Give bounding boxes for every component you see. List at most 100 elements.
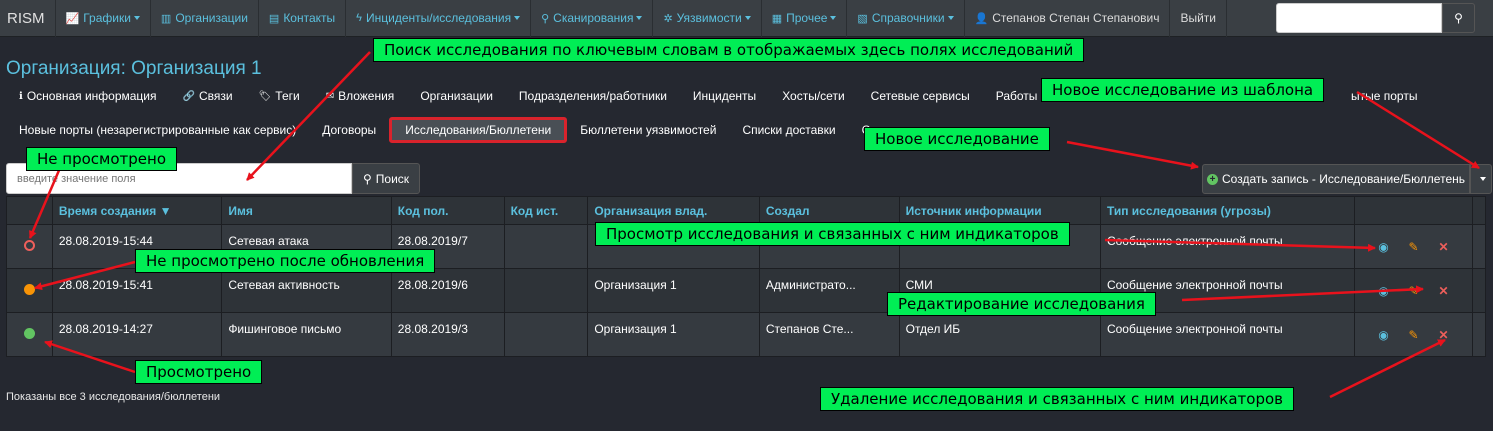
pencil-icon[interactable]: ✎ — [1399, 328, 1429, 342]
name-cell: Сетевая активность — [221, 268, 392, 313]
brand-logo[interactable]: RISM — [0, 0, 56, 37]
tab-main-info[interactable]: ℹ Основная информация — [6, 83, 170, 109]
tab-new-ports[interactable]: Новые порты (незарегистрированные как се… — [6, 117, 309, 143]
book-icon: ▧ — [857, 12, 868, 25]
column-header-org[interactable]: Организация влад. — [587, 196, 760, 225]
column-header-name[interactable]: Имя — [221, 196, 392, 225]
summary-count: все 3 — [59, 391, 86, 403]
tab-hosts[interactable]: Хосты/сети — [769, 83, 857, 109]
extra-cell — [1472, 224, 1486, 269]
annotation-not-viewed: Не просмотрено — [26, 147, 177, 171]
nav-references-label: Справочники — [871, 11, 945, 25]
caret-down-icon — [744, 16, 751, 20]
nav-incidents[interactable]: ϟ Инциденты/исследования — [346, 0, 532, 37]
column-header-created[interactable]: Время создания ▼ — [51, 196, 223, 225]
nav-charts[interactable]: 📈 Графики — [56, 0, 151, 37]
caret-down-icon — [636, 16, 643, 20]
updated-status-icon — [23, 283, 35, 295]
eye-icon[interactable]: ◉ — [1369, 240, 1399, 254]
nav-other-label: Прочее — [786, 11, 828, 25]
create-template-dropdown[interactable] — [1470, 164, 1492, 194]
delete-icon[interactable]: ✕ — [1429, 240, 1459, 254]
summary-prefix: Показаны — [6, 391, 60, 403]
tab-tags[interactable]: 🏷 Теги — [246, 83, 313, 109]
tabs-row-1-tail: ытые порты — [1351, 83, 1417, 109]
tab-links[interactable]: 🔗 Связи — [170, 83, 246, 109]
caret-down-icon — [133, 16, 140, 20]
nav-contacts-label: Контакты — [283, 11, 336, 25]
id-card-icon: ▤ — [268, 12, 280, 25]
eye-icon[interactable]: ◉ — [1369, 284, 1399, 298]
tab-network-services[interactable]: Сетевые сервисы — [858, 83, 983, 109]
link-icon: 🔗 — [182, 90, 195, 102]
caret-down-icon — [947, 16, 954, 20]
table-summary: Показаны все 3 исследования/бюллетени — [6, 391, 220, 403]
caret-down-icon — [1479, 177, 1486, 181]
author-cell: Администрато... — [758, 268, 900, 313]
user-name: Степанов Степан Степанович — [992, 11, 1160, 25]
type-cell: Сообщение электронной почты — [1099, 224, 1356, 269]
delete-icon[interactable]: ✕ — [1429, 284, 1459, 298]
table-header-row: Время создания ▼ Имя Код пол. Код ист. О… — [6, 196, 1486, 225]
annotation-not-viewed-updated: Не просмотрено после обновления — [135, 249, 436, 273]
envelope-icon: ✉ — [325, 90, 335, 102]
nav-contacts[interactable]: ▤ Контакты — [259, 0, 347, 37]
pencil-icon[interactable]: ✎ — [1399, 284, 1429, 298]
tab-investigations[interactable]: Исследования/Бюллетени — [389, 117, 568, 143]
search-icon: ⚲ — [1454, 11, 1463, 25]
create-record-button[interactable]: + Создать запись - Исследование/Бюллетень — [1202, 164, 1470, 194]
viewed-status-icon — [23, 327, 35, 339]
type-cell: Сообщение электронной почты — [1099, 312, 1356, 357]
tab-departments[interactable]: Подразделения/работники — [506, 83, 680, 109]
table-row[interactable]: 28.08.2019-15:41 Сетевая активность 28.0… — [6, 268, 1486, 313]
nav-incidents-label: Инциденты/исследования — [365, 11, 512, 25]
nav-vulnerabilities-label: Уязвимости — [676, 11, 742, 25]
nav-scans[interactable]: ⚲ Сканирования — [531, 0, 654, 37]
tab-vuln-bulletins[interactable]: Бюллетени уязвимостей — [567, 117, 729, 143]
delete-icon[interactable]: ✕ — [1429, 328, 1459, 342]
table-row[interactable]: 28.08.2019-14:27 Фишинговое письмо 28.08… — [6, 312, 1486, 357]
column-header-code-src[interactable]: Код ист. — [503, 196, 589, 225]
tab-open-ports[interactable]: ытые порты — [1351, 83, 1417, 109]
annotation-search: Поиск исследования по ключевым словам в … — [373, 38, 1085, 62]
annotation-viewed: Просмотрено — [135, 360, 263, 384]
name-cell: Фишинговое письмо — [221, 312, 392, 357]
column-header-status — [6, 196, 53, 225]
nav-references[interactable]: ▧ Справочники — [847, 0, 965, 37]
column-header-author[interactable]: Создал — [758, 196, 900, 225]
pencil-icon[interactable]: ✎ — [1399, 240, 1429, 254]
tab-incidents[interactable]: Инциденты — [680, 83, 769, 109]
source-cell: Отдел ИБ — [898, 312, 1101, 357]
tab-label: Основная информация — [26, 89, 157, 103]
filter-search-button[interactable]: ⚲ Поиск — [352, 163, 420, 194]
global-search-input[interactable] — [1276, 3, 1442, 33]
annotation-new: Новое исследование — [864, 127, 1050, 151]
nav-user[interactable]: 👤 Степанов Степан Степанович — [965, 0, 1171, 37]
nav-other[interactable]: ▦ Прочее — [762, 0, 848, 37]
user-icon: 👤 — [974, 12, 989, 25]
search-icon: ⚲ — [541, 12, 550, 25]
created-cell: 28.08.2019-15:41 — [51, 268, 223, 313]
tab-attachments[interactable]: ✉ Вложения — [313, 83, 408, 109]
investigations-table: Время создания ▼ Имя Код пол. Код ист. О… — [6, 196, 1486, 357]
eye-icon[interactable]: ◉ — [1369, 328, 1399, 342]
org-cell: Организация 1 — [587, 268, 760, 313]
global-search-button[interactable]: ⚲ — [1442, 3, 1475, 33]
tab-delivery-lists[interactable]: Списки доставки — [729, 117, 848, 143]
actions-cell: ◉ ✎ ✕ — [1354, 224, 1473, 269]
not-viewed-status-icon — [23, 239, 35, 251]
nav-organizations[interactable]: ▥ Организации — [151, 0, 259, 37]
arrow-search — [246, 51, 371, 181]
status-cell — [6, 224, 53, 269]
actions-cell: ◉ ✎ ✕ — [1354, 312, 1473, 357]
column-header-code-recv[interactable]: Код пол. — [390, 196, 505, 225]
tab-contracts[interactable]: Договоры — [309, 117, 389, 143]
chart-line-icon: 📈 — [65, 12, 80, 25]
bug-icon: ✲ — [663, 12, 673, 25]
tab-organizations[interactable]: Организации — [407, 83, 506, 109]
nav-vulnerabilities[interactable]: ✲ Уязвимости — [653, 0, 762, 37]
column-header-source[interactable]: Источник информации — [898, 196, 1101, 225]
column-header-type[interactable]: Тип исследования (угрозы) — [1099, 196, 1356, 225]
logout-link[interactable]: Выйти — [1170, 0, 1227, 37]
plus-circle-icon: + — [1207, 173, 1218, 185]
